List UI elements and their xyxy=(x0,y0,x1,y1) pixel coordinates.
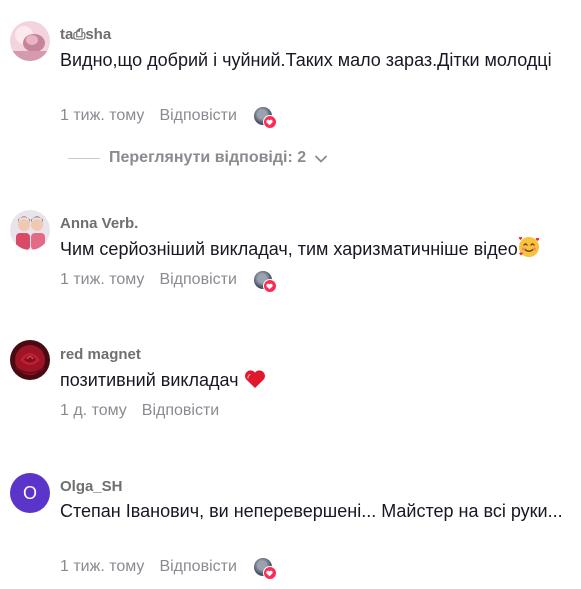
user-avatar[interactable] xyxy=(10,340,50,380)
divider-line xyxy=(68,157,100,159)
chevron-down-icon xyxy=(315,150,328,168)
reply-button[interactable]: Відповісти xyxy=(142,402,219,420)
user-avatar[interactable] xyxy=(10,210,50,250)
comment-username[interactable]: Anna Verb. xyxy=(60,215,138,232)
view-replies-button[interactable]: Переглянути відповіді: 2 xyxy=(68,147,328,169)
avatar-photo-pink xyxy=(10,21,50,61)
avatar-photo-rose xyxy=(10,340,50,380)
comment-text-content: Чим серйозніший викладач, тим харизматич… xyxy=(60,239,518,259)
comment-text-content: позитивний викладач xyxy=(60,370,239,390)
creator-liked-icon xyxy=(253,271,277,293)
comment-time: 1 тиж. тому xyxy=(60,271,145,288)
avatar-letter: O xyxy=(22,482,37,503)
reply-button[interactable]: Відповісти xyxy=(159,271,236,289)
comment-time: 1 тиж. тому xyxy=(60,107,145,124)
avatar-photo-kids xyxy=(10,210,50,250)
comment-username[interactable]: red magnet xyxy=(60,346,141,363)
comment-time: 1 тиж. тому xyxy=(60,558,145,575)
comment-meta: 1 тиж. тому Відповісти xyxy=(60,104,277,129)
comment-meta: 1 тиж. тому Відповісти xyxy=(60,268,277,293)
creator-liked-icon xyxy=(253,107,277,129)
smiling-face-with-hearts-icon xyxy=(518,236,540,265)
comment-meta: 1 д. тому Відповісти xyxy=(60,399,219,423)
heart-icon xyxy=(262,279,277,293)
heart-icon xyxy=(262,115,277,129)
comment-username[interactable]: ta⎙sha xyxy=(60,26,111,43)
red-heart-icon xyxy=(244,369,266,396)
view-replies-label: Переглянути відповіді: 2 xyxy=(109,149,307,166)
user-avatar[interactable]: O xyxy=(10,473,50,513)
comment-username[interactable]: Olga_SH xyxy=(60,478,123,495)
user-avatar[interactable] xyxy=(10,21,50,61)
comment-meta: 1 тиж. тому Відповісти xyxy=(60,555,277,580)
comment-time: 1 д. тому xyxy=(60,402,127,419)
heart-icon xyxy=(262,566,277,580)
comment-text: Видно,що добрий і чуйний.Таких мало зара… xyxy=(60,50,552,70)
reply-button[interactable]: Відповісти xyxy=(159,558,236,576)
comment-text: позитивний викладач xyxy=(60,368,565,396)
comment-text: Степан Іванович, ви неперевершені... Май… xyxy=(60,501,563,521)
comment-text: Чим серйозніший викладач, тим харизматич… xyxy=(60,236,565,265)
reply-button[interactable]: Відповісти xyxy=(159,107,236,125)
creator-liked-icon xyxy=(253,558,277,580)
